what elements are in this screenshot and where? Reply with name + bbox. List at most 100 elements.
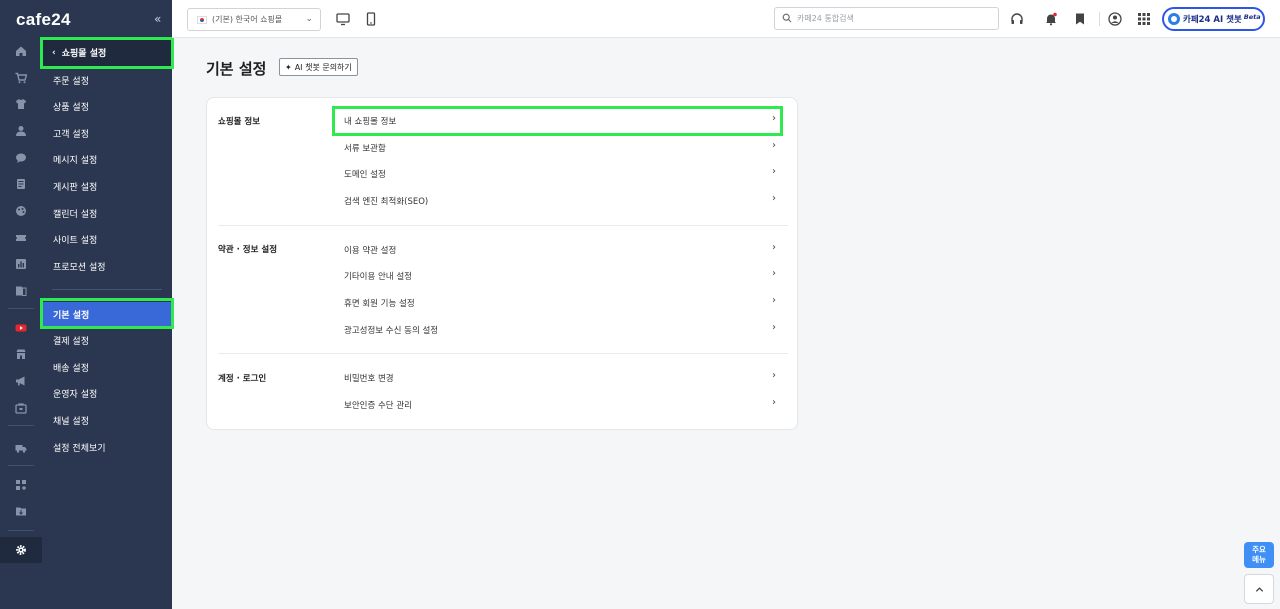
search-icon bbox=[782, 13, 792, 23]
settings-row[interactable]: 비밀번호 변경 › bbox=[344, 368, 778, 388]
sidebar-item-calendar[interactable]: 캘린더 설정 bbox=[42, 202, 172, 224]
sidebar-item-payment[interactable]: 결제 설정 bbox=[42, 329, 172, 351]
sidebar-item-operator[interactable]: 운영자 설정 bbox=[42, 382, 172, 404]
bookmark-icon[interactable] bbox=[1073, 11, 1087, 27]
sidebar-item-basic[interactable]: 기본 설정 bbox=[42, 302, 172, 326]
notification-bell-icon[interactable] bbox=[1044, 11, 1058, 27]
chevron-right-icon: › bbox=[772, 322, 776, 333]
sidebar-item-product[interactable]: 상품 설정 bbox=[42, 95, 172, 117]
row-label: 서류 보관함 bbox=[344, 144, 386, 154]
palette-icon[interactable] bbox=[0, 200, 42, 222]
report-icon[interactable] bbox=[0, 280, 42, 302]
user-icon[interactable] bbox=[0, 120, 42, 142]
settings-row[interactable]: 보안인증 수단 관리 › bbox=[344, 395, 778, 415]
sidebar-item-promotion[interactable]: 프로모션 설정 bbox=[42, 255, 172, 277]
ai-chatbot-button[interactable]: 카페24 AI 챗봇 Beta bbox=[1162, 7, 1265, 31]
page-title: 기본 설정 bbox=[206, 60, 267, 78]
folder-icon[interactable] bbox=[0, 500, 42, 522]
section-label-account: 계정 · 로그인 bbox=[218, 374, 267, 384]
shop-icon[interactable] bbox=[0, 397, 42, 419]
chatbot-logo-icon bbox=[1168, 13, 1180, 25]
row-label: 비밀번호 변경 bbox=[344, 374, 394, 384]
chevron-right-icon: › bbox=[772, 140, 776, 151]
sparkle-icon: ✦ bbox=[285, 62, 292, 72]
row-label: 휴면 회원 기능 설정 bbox=[344, 299, 415, 309]
chevron-right-icon: › bbox=[772, 397, 776, 408]
chevron-right-icon: › bbox=[772, 370, 776, 381]
row-label: 광고성정보 수신 동의 설정 bbox=[344, 326, 439, 336]
settings-row[interactable]: 내 쇼핑몰 정보 › bbox=[344, 111, 778, 131]
store-icon[interactable] bbox=[0, 343, 42, 365]
row-label: 보안인증 수단 관리 bbox=[344, 401, 412, 411]
settings-row[interactable]: 도메인 설정 › bbox=[344, 164, 778, 184]
megaphone-icon[interactable] bbox=[0, 370, 42, 392]
app-grid-icon[interactable] bbox=[1137, 11, 1151, 27]
settings-row[interactable]: 광고성정보 수신 동의 설정 › bbox=[344, 320, 778, 340]
chevron-left-icon: ‹ bbox=[52, 47, 56, 58]
board-icon[interactable] bbox=[0, 173, 42, 195]
row-label: 내 쇼핑몰 정보 bbox=[344, 117, 397, 127]
scroll-to-top-button[interactable] bbox=[1244, 574, 1274, 604]
mobile-preview-icon[interactable] bbox=[364, 11, 378, 27]
row-label: 검색 엔진 최적화(SEO) bbox=[344, 197, 429, 207]
sidebar-item-board[interactable]: 게시판 설정 bbox=[42, 175, 172, 197]
sidebar-divider bbox=[52, 289, 162, 290]
sidebar-header-label: 쇼핑몰 설정 bbox=[61, 49, 107, 59]
headset-icon[interactable] bbox=[1010, 11, 1024, 27]
collapse-sidebar-icon[interactable]: « bbox=[154, 12, 161, 26]
sidebar-item-all-settings[interactable]: 설정 전체보기 bbox=[42, 436, 172, 458]
topbar-divider bbox=[1099, 12, 1100, 26]
search-input[interactable]: 카페24 통합검색 bbox=[774, 7, 999, 30]
mall-select[interactable]: (기본) 한국어 쇼핑몰 ⌄ bbox=[187, 8, 321, 31]
chevron-up-icon bbox=[1255, 586, 1263, 592]
settings-row[interactable]: 휴면 회원 기능 설정 › bbox=[344, 293, 778, 313]
chevron-down-icon: ⌄ bbox=[305, 14, 313, 24]
section-label-shop-info: 쇼핑몰 정보 bbox=[218, 117, 261, 127]
truck-icon[interactable] bbox=[0, 437, 42, 459]
settings-row[interactable]: 검색 엔진 최적화(SEO) › bbox=[344, 191, 778, 211]
ai-chatbot-inquiry-button[interactable]: ✦ AI 챗봇 문의하기 bbox=[279, 58, 358, 76]
row-label: 도메인 설정 bbox=[344, 170, 386, 180]
ticket-icon[interactable] bbox=[0, 227, 42, 249]
sidebar-item-shipping[interactable]: 배송 설정 bbox=[42, 356, 172, 378]
mall-select-value: (기본) 한국어 쇼핑몰 bbox=[212, 15, 283, 24]
account-icon[interactable] bbox=[1108, 11, 1122, 27]
chat-icon[interactable] bbox=[0, 147, 42, 169]
main-menu-button[interactable]: 주요 메뉴 bbox=[1244, 542, 1274, 568]
settings-row[interactable]: 이용 약관 설정 › bbox=[344, 240, 778, 260]
gear-icon[interactable] bbox=[0, 537, 42, 563]
section-label-terms: 약관 · 정보 설정 bbox=[218, 245, 278, 255]
sidebar-item-message[interactable]: 메시지 설정 bbox=[42, 148, 172, 170]
chevron-right-icon: › bbox=[772, 268, 776, 279]
chevron-right-icon: › bbox=[772, 295, 776, 306]
row-label: 이용 약관 설정 bbox=[344, 246, 397, 256]
sidebar-item-order[interactable]: 주문 설정 bbox=[42, 69, 172, 91]
settings-row[interactable]: 기타이용 안내 설정 › bbox=[344, 266, 778, 286]
shirt-icon[interactable] bbox=[0, 93, 42, 115]
beta-badge: Beta bbox=[1243, 12, 1261, 21]
korea-flag-icon bbox=[197, 15, 207, 24]
youtube-icon[interactable] bbox=[0, 317, 42, 339]
sidebar-back-button[interactable]: ‹ 쇼핑몰 설정 bbox=[42, 39, 172, 66]
main-menu-label-1: 주요 bbox=[1252, 545, 1266, 554]
cafe24-logo[interactable]: cafe24 bbox=[16, 10, 71, 30]
cart-icon[interactable] bbox=[0, 67, 42, 89]
chevron-right-icon: › bbox=[772, 166, 776, 177]
section-divider bbox=[218, 353, 788, 354]
chatbot-inquiry-label: AI 챗봇 문의하기 bbox=[294, 62, 352, 72]
sidebar-item-customer[interactable]: 고객 설정 bbox=[42, 122, 172, 144]
ai-chatbot-label: 카페24 AI 챗봇 bbox=[1183, 15, 1242, 25]
chevron-right-icon: › bbox=[772, 113, 776, 124]
sidebar-item-site[interactable]: 사이트 설정 bbox=[42, 228, 172, 250]
apps-icon[interactable] bbox=[0, 474, 42, 496]
home-icon[interactable] bbox=[0, 40, 42, 62]
desktop-preview-icon[interactable] bbox=[336, 11, 350, 27]
icon-rail bbox=[0, 0, 42, 609]
main-menu-label-2: 메뉴 bbox=[1252, 555, 1266, 564]
sidebar-item-channel[interactable]: 채널 설정 bbox=[42, 409, 172, 431]
chart-icon[interactable] bbox=[0, 253, 42, 275]
settings-row[interactable]: 서류 보관함 › bbox=[344, 138, 778, 158]
search-placeholder: 카페24 통합검색 bbox=[797, 14, 854, 23]
section-divider bbox=[218, 225, 788, 226]
chevron-right-icon: › bbox=[772, 193, 776, 204]
